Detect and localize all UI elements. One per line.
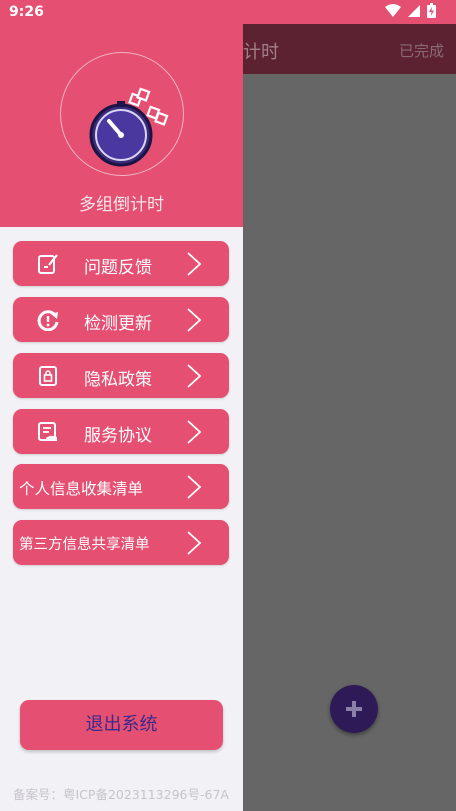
menu-item-label: 检测更新 (84, 314, 152, 334)
signal-icon (408, 4, 420, 17)
wifi-icon (385, 3, 401, 17)
agreement-icon (38, 422, 57, 441)
add-fab-button[interactable] (330, 685, 378, 733)
update-icon (37, 310, 59, 331)
chevron-right-icon (187, 252, 202, 276)
background-title: 计时 (243, 42, 279, 63)
menu-item-personal-info-list[interactable]: 个人信息收集清单 (13, 464, 229, 509)
menu-item-feedback[interactable]: 问题反馈 (13, 241, 229, 286)
navigation-drawer: 多组倒计时 问题反馈 检测更新 隐私政策 服务协议 个人信息收集清单 第三方信息… (0, 24, 243, 811)
app-name: 多组倒计时 (79, 195, 164, 215)
completed-tab[interactable]: 已完成 (399, 40, 444, 61)
menu-item-label: 第三方信息共享清单 (19, 537, 150, 553)
logout-button[interactable]: 退出系统 (20, 700, 223, 750)
stopwatch-icon (89, 87, 169, 167)
menu-item-service-agreement[interactable]: 服务协议 (13, 409, 229, 454)
menu-item-privacy-policy[interactable]: 隐私政策 (13, 353, 229, 398)
plus-icon (346, 701, 362, 717)
chevron-right-icon (187, 531, 202, 555)
menu-item-label: 服务协议 (84, 426, 152, 446)
privacy-icon (39, 366, 57, 386)
menu-item-check-update[interactable]: 检测更新 (13, 297, 229, 342)
icp-record-number: 备案号：粤ICP备2023113296号-67A (13, 787, 229, 802)
status-time: 9:26 (9, 4, 44, 20)
menu-item-label: 问题反馈 (84, 258, 152, 278)
menu-item-third-party-sharing-list[interactable]: 第三方信息共享清单 (13, 520, 229, 565)
menu-item-label: 隐私政策 (84, 370, 152, 390)
chevron-right-icon (187, 475, 202, 499)
chevron-right-icon (187, 420, 202, 444)
drawer-header: 多组倒计时 (0, 24, 243, 227)
status-bar: 9:26 (0, 0, 456, 24)
feedback-icon (38, 254, 58, 274)
app-logo (60, 52, 184, 176)
battery-icon (427, 3, 436, 18)
menu-item-label: 个人信息收集清单 (19, 480, 144, 498)
chevron-right-icon (187, 308, 202, 332)
chevron-right-icon (187, 364, 202, 388)
